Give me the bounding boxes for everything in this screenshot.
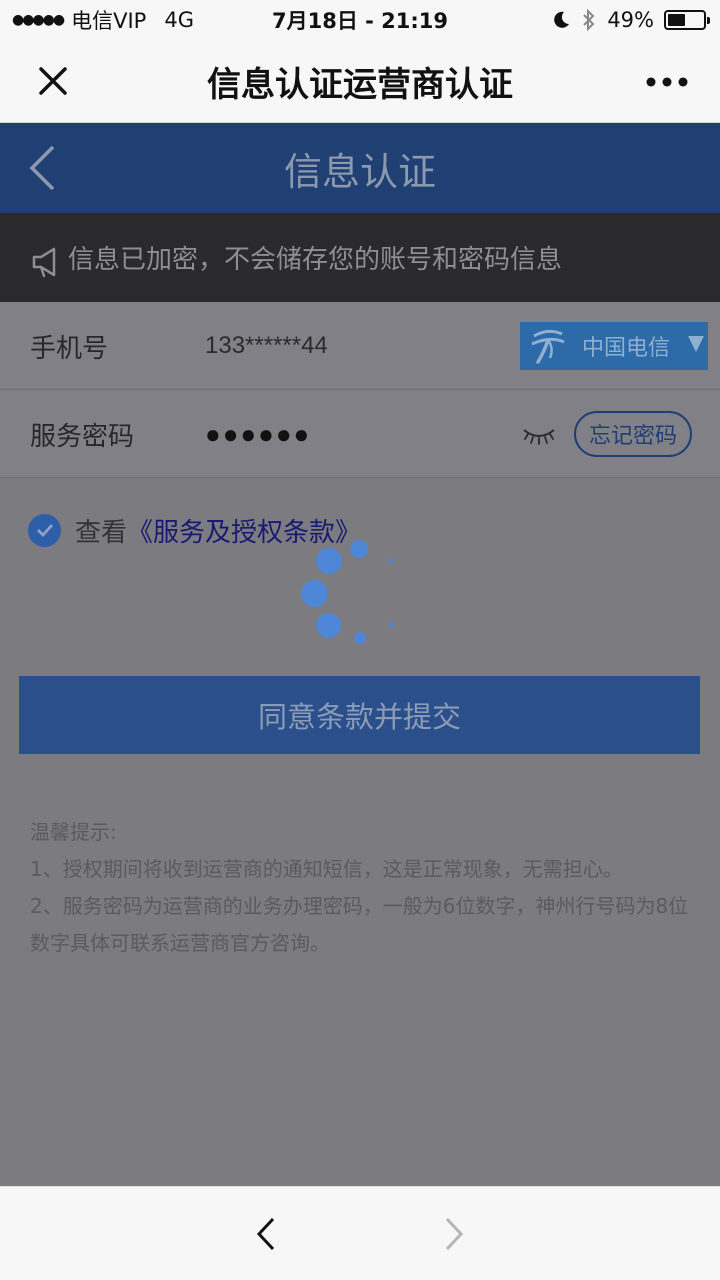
browser-forward-button[interactable] [434, 1209, 474, 1259]
dropdown-arrow-icon [688, 336, 704, 352]
phone-number: 133******44 [205, 332, 328, 359]
browser-toolbar [0, 1186, 720, 1280]
spinner-dot [350, 540, 368, 558]
password-label: 服务密码 [30, 421, 135, 452]
notice-text: 信息已加密，不会储存您的账号和密码信息 [68, 245, 563, 275]
chevron-left-icon [256, 1217, 275, 1251]
tips-title: 温馨提示: [30, 820, 117, 844]
spinner-dot [388, 558, 393, 563]
eye-closed-icon[interactable] [522, 422, 556, 446]
browser-back-button[interactable] [246, 1209, 286, 1259]
more-icon [646, 77, 688, 87]
bluetooth-icon [583, 8, 595, 32]
carrier-select[interactable]: 中国电信 [520, 322, 708, 370]
moon-icon [554, 11, 570, 28]
battery-percent: 49% [607, 8, 654, 32]
submit-button[interactable]: 同意条款并提交 [19, 676, 700, 754]
nav-bar: 信息认证运营商认证 [0, 40, 720, 123]
battery-icon [664, 10, 710, 30]
agreement-prefix: 查看 [75, 517, 128, 548]
china-telecom-logo-icon [531, 329, 565, 364]
agreement-checkbox[interactable] [28, 513, 61, 547]
phone-label: 手机号 [30, 333, 109, 364]
password-input[interactable]: ●●●●●● [205, 390, 311, 478]
status-right: 49% [551, 0, 710, 40]
page-title: 信息认证 [283, 149, 436, 194]
tips-line-1: 1、授权期间将收到运营商的通知短信，这是正常现象，无需担心。 [30, 857, 623, 881]
forgot-password-button[interactable]: 忘记密码 [574, 411, 692, 457]
loading-spinner-icon [290, 530, 410, 650]
nav-title: 信息认证运营商认证 [207, 65, 513, 105]
chevron-right-icon [445, 1217, 464, 1251]
tips-section: 温馨提示: 1、授权期间将收到运营商的通知短信，这是正常现象，无需担心。 2、服… [30, 814, 700, 962]
password-row: 服务密码 ●●●●●● 忘记密码 [0, 390, 720, 478]
page-header: 信息认证 [0, 123, 720, 213]
checkmark-icon [36, 524, 53, 537]
more-button[interactable] [642, 68, 692, 96]
status-bar: ●●●●● 电信VIP 4G 7月18日 - 21:19 49% [0, 0, 720, 40]
phone-row: 手机号 133******44 中国电信 [0, 302, 720, 390]
tips-line-2: 2、服务密码为运营商的业务办理密码，一般为6位数字，神州行号码为8位数字具体可联… [30, 894, 689, 955]
battery-fill [668, 14, 685, 26]
spinner-dot [316, 548, 342, 574]
carrier-label: 中国电信 [582, 336, 671, 361]
spinner-dot [389, 622, 394, 627]
spinner-dot [354, 632, 366, 644]
megaphone-icon [32, 247, 56, 277]
encryption-notice: 信息已加密，不会储存您的账号和密码信息 [0, 213, 720, 302]
spinner-dot [316, 613, 341, 638]
spinner-dot [301, 580, 328, 607]
